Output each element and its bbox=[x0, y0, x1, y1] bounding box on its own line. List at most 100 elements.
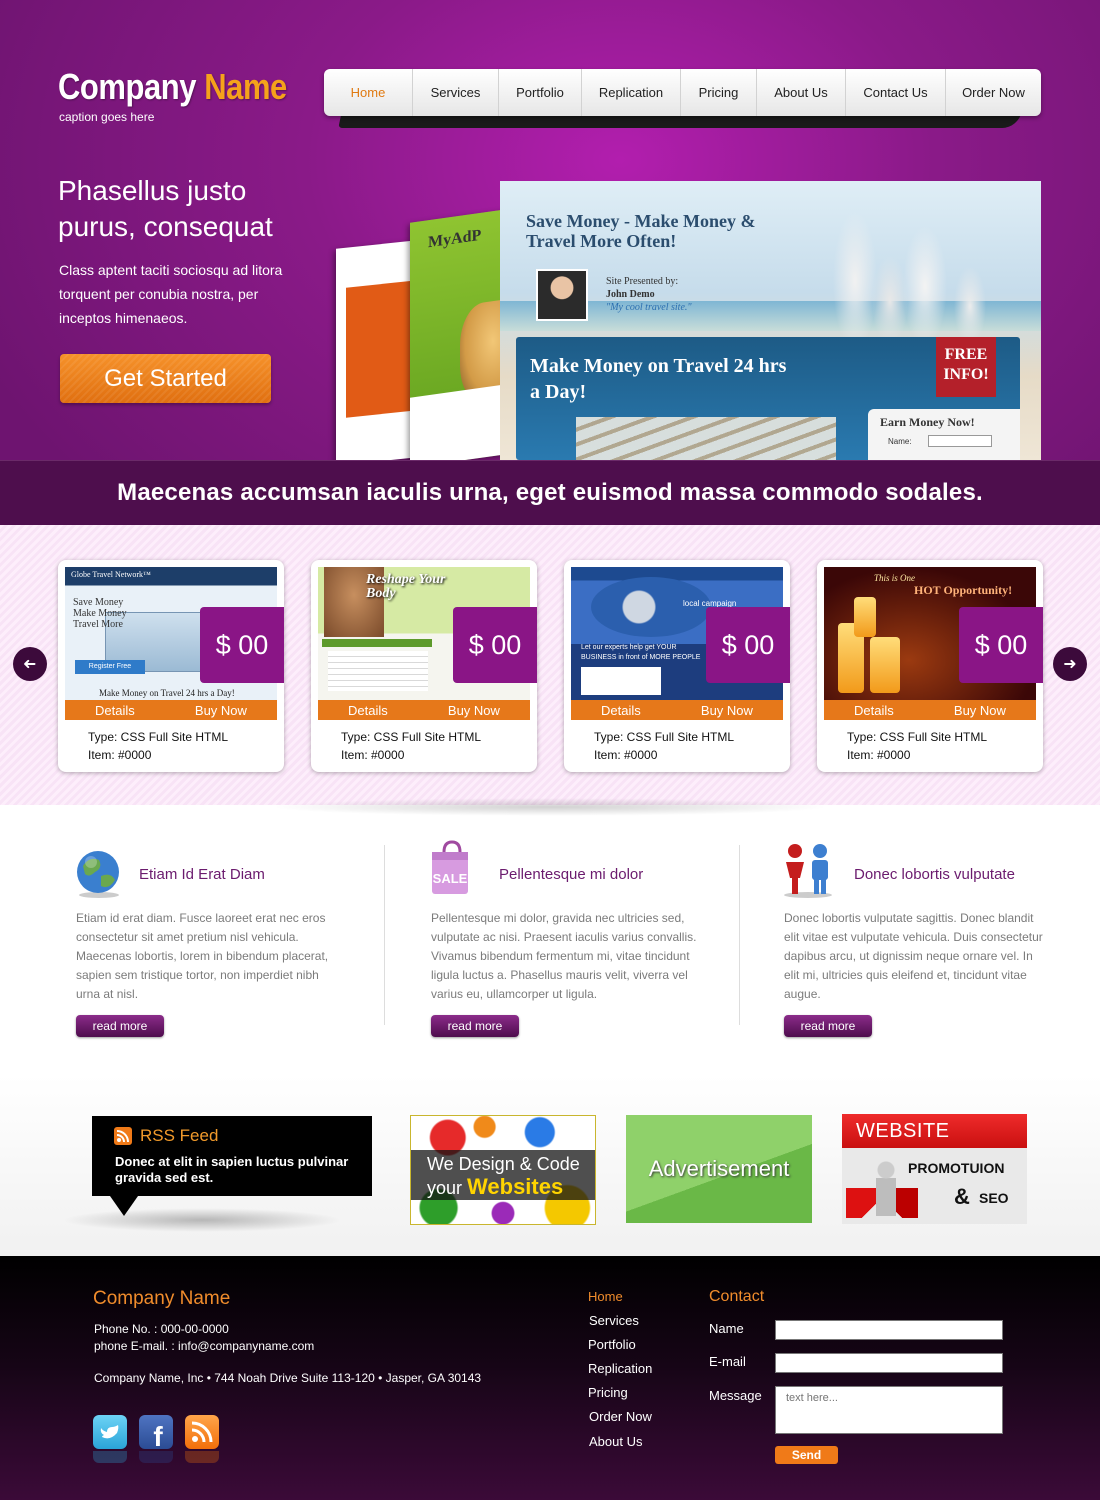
rss-tail bbox=[110, 1196, 138, 1216]
feature-title: Donec lobortis vulputate bbox=[854, 866, 1015, 883]
twitter-icon[interactable] bbox=[93, 1415, 127, 1449]
nav-about-us[interactable]: About Us bbox=[757, 69, 846, 116]
nav-replication[interactable]: Replication bbox=[582, 69, 681, 116]
divider bbox=[384, 845, 385, 1025]
rss-text: Donec at elit in sapien luctus pulvinar … bbox=[115, 1154, 349, 1185]
sale-bag-icon: SALE bbox=[426, 840, 476, 898]
buy-now-link[interactable]: Buy Now bbox=[954, 703, 1006, 718]
product-item: Item: #0000 bbox=[88, 748, 152, 762]
seo-banner[interactable]: WEBSITE PROMOTUION & SEO bbox=[842, 1114, 1027, 1224]
hero-title: Phasellus justo purus, consequat bbox=[58, 175, 273, 242]
nav-order-now[interactable]: Order Now bbox=[946, 69, 1041, 116]
feature-body: Donec lobortis vulputate sagittis. Donec… bbox=[784, 911, 1043, 1001]
free-info-ribbon: FREE INFO! bbox=[936, 337, 996, 397]
rss-reflection bbox=[185, 1451, 219, 1463]
arrow-right-icon: ➜ bbox=[1063, 656, 1077, 673]
thumb-button: Register Free bbox=[75, 660, 145, 674]
tagline-text: Maecenas accumsan iaculis urna, eget eui… bbox=[117, 479, 983, 506]
sale-label: SALE bbox=[433, 871, 468, 886]
figure-icon bbox=[876, 1160, 896, 1216]
nav-portfolio[interactable]: Portfolio bbox=[499, 69, 582, 116]
seo-banner-amp: & bbox=[954, 1184, 970, 1209]
nav-home[interactable]: Home bbox=[324, 69, 413, 116]
product-card: This is One HOT Opportunity! $ 00 Detail… bbox=[817, 560, 1043, 772]
read-more-button[interactable]: read more bbox=[784, 1015, 872, 1037]
advertisement-banner[interactable]: Advertisement bbox=[626, 1115, 812, 1223]
name-field[interactable] bbox=[775, 1320, 1003, 1340]
read-more-button[interactable]: read more bbox=[431, 1015, 519, 1037]
product-item: Item: #0000 bbox=[594, 748, 658, 762]
details-link[interactable]: Details bbox=[854, 703, 894, 718]
hero-preview-front: Save Money - Make Money & Travel More Of… bbox=[500, 181, 1041, 460]
seo-banner-title: WEBSITE bbox=[842, 1114, 1027, 1148]
rss-box[interactable]: RSS Feed Donec at elit in sapien luctus … bbox=[92, 1116, 372, 1196]
buy-now-link[interactable]: Buy Now bbox=[701, 703, 753, 718]
footer-phone: Phone No. : 000-00-0000 bbox=[94, 1322, 229, 1336]
nav-services[interactable]: Services bbox=[413, 69, 499, 116]
carousel-prev-button[interactable]: ➜ bbox=[13, 647, 47, 681]
thumb-title: This is One bbox=[874, 573, 916, 583]
seo-banner-promo: PROMOTUION bbox=[908, 1160, 1005, 1176]
nav-pricing[interactable]: Pricing bbox=[681, 69, 757, 116]
read-more-button[interactable]: read more bbox=[76, 1015, 164, 1037]
footer-email: phone E-mail. : info@companyname.com bbox=[94, 1339, 315, 1353]
message-field[interactable] bbox=[775, 1386, 1003, 1434]
price-tag: $ 00 bbox=[200, 607, 284, 683]
product-card: Reshape Your Body $ 00 Details Buy Now Ty… bbox=[311, 560, 537, 772]
thumb-title: Globe Travel Network™ bbox=[71, 570, 151, 579]
nav-contact-us[interactable]: Contact Us bbox=[846, 69, 946, 116]
presenter-block: Site Presented by: John Demo "My cool tr… bbox=[606, 275, 692, 314]
preview-panel-title: Make Money on Travel 24 hrs a Day! bbox=[530, 355, 787, 403]
thumb-text: Save Money Make Money Travel More bbox=[73, 597, 127, 630]
carousel-shadow bbox=[270, 798, 830, 816]
carousel-next-button[interactable]: ➜ bbox=[1053, 647, 1087, 681]
buy-now-link[interactable]: Buy Now bbox=[195, 703, 247, 718]
footer-nav-pricing[interactable]: Pricing bbox=[588, 1385, 628, 1400]
presenter-tagline: "My cool travel site." bbox=[606, 302, 692, 313]
twitter-reflection bbox=[93, 1451, 127, 1463]
footer-nav-services[interactable]: Services bbox=[589, 1313, 639, 1328]
svg-text:f: f bbox=[153, 1421, 163, 1449]
logo[interactable]: Company Name bbox=[58, 66, 287, 108]
people-icon bbox=[780, 842, 836, 898]
footer-company: Company Name bbox=[93, 1288, 231, 1309]
family-photo bbox=[795, 191, 1015, 341]
feature-title: Pellentesque mi dolor bbox=[499, 866, 644, 883]
footer-nav-order-now[interactable]: Order Now bbox=[589, 1409, 652, 1424]
candle-icon bbox=[854, 597, 876, 637]
rss-shadow bbox=[62, 1208, 342, 1232]
details-link[interactable]: Details bbox=[601, 703, 641, 718]
email-field[interactable] bbox=[775, 1353, 1003, 1373]
contact-title: Contact bbox=[709, 1288, 765, 1305]
send-button[interactable]: Send bbox=[775, 1446, 838, 1464]
product-card: local campaign Let our experts help get … bbox=[564, 560, 790, 772]
details-link[interactable]: Details bbox=[348, 703, 388, 718]
logo-word-1: Company bbox=[58, 66, 197, 107]
banner-line-1: We Design & Code bbox=[427, 1154, 580, 1174]
preview-headline: Save Money - Make Money & Travel More Of… bbox=[526, 211, 756, 251]
footer-nav-home[interactable]: Home bbox=[588, 1289, 623, 1304]
candle-icon bbox=[870, 637, 900, 693]
arrow-left-icon: ➜ bbox=[23, 656, 37, 673]
preview-form-title: Earn Money Now! bbox=[880, 415, 975, 429]
product-type: Type: CSS Full Site HTML bbox=[88, 730, 229, 744]
design-code-banner[interactable]: We Design & Code your Websites bbox=[410, 1115, 596, 1225]
details-link[interactable]: Details bbox=[95, 703, 135, 718]
facebook-icon[interactable]: f bbox=[139, 1415, 173, 1452]
rss-icon[interactable] bbox=[185, 1415, 219, 1449]
name-label: Name bbox=[709, 1321, 744, 1336]
facebook-reflection bbox=[139, 1451, 173, 1463]
presenter-avatar bbox=[536, 269, 588, 321]
tagline-band: Maecenas accumsan iaculis urna, eget eui… bbox=[0, 460, 1100, 525]
seo-banner-seo: SEO bbox=[979, 1190, 1009, 1206]
divider bbox=[739, 845, 740, 1025]
get-started-button[interactable]: Get Started bbox=[60, 354, 271, 403]
product-card: Globe Travel Network™ Save Money Make Mo… bbox=[58, 560, 284, 772]
feature-title: Etiam Id Erat Diam bbox=[139, 866, 265, 883]
footer-nav-replication[interactable]: Replication bbox=[588, 1361, 652, 1376]
buy-now-link[interactable]: Buy Now bbox=[448, 703, 500, 718]
logo-word-2: Name bbox=[204, 66, 287, 107]
email-label: E-mail bbox=[709, 1354, 746, 1369]
footer-nav-portfolio[interactable]: Portfolio bbox=[588, 1337, 636, 1352]
footer-nav-about-us[interactable]: About Us bbox=[589, 1434, 642, 1449]
